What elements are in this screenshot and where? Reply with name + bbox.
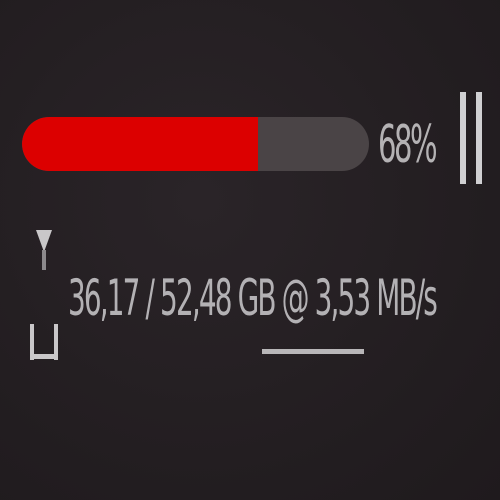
download-stats: 36,17 / 52,48 GB @ 3,53 MB/s xyxy=(68,258,438,338)
progress-bar xyxy=(22,117,369,171)
pause-icon xyxy=(460,92,466,184)
total-size: 52,48 xyxy=(160,269,232,327)
size-separator: / xyxy=(138,269,161,327)
speed-link[interactable]: 3,53 MB/s xyxy=(314,269,438,327)
download-panel: 68% 36,17 / 52,48 GB @ 3,53 MB/s xyxy=(0,0,500,500)
downloaded-size: 36,17 xyxy=(68,269,140,327)
progress-fill xyxy=(22,117,258,171)
download-icon xyxy=(30,230,58,360)
pause-button[interactable] xyxy=(456,92,486,184)
speed-underline xyxy=(262,349,364,354)
download-speed: 3,53 xyxy=(314,269,372,327)
speed-unit: MB/s xyxy=(369,269,438,327)
pause-icon-bar xyxy=(476,92,482,184)
progress-percent: 68% xyxy=(378,115,438,175)
size-unit: GB @ xyxy=(230,269,315,327)
